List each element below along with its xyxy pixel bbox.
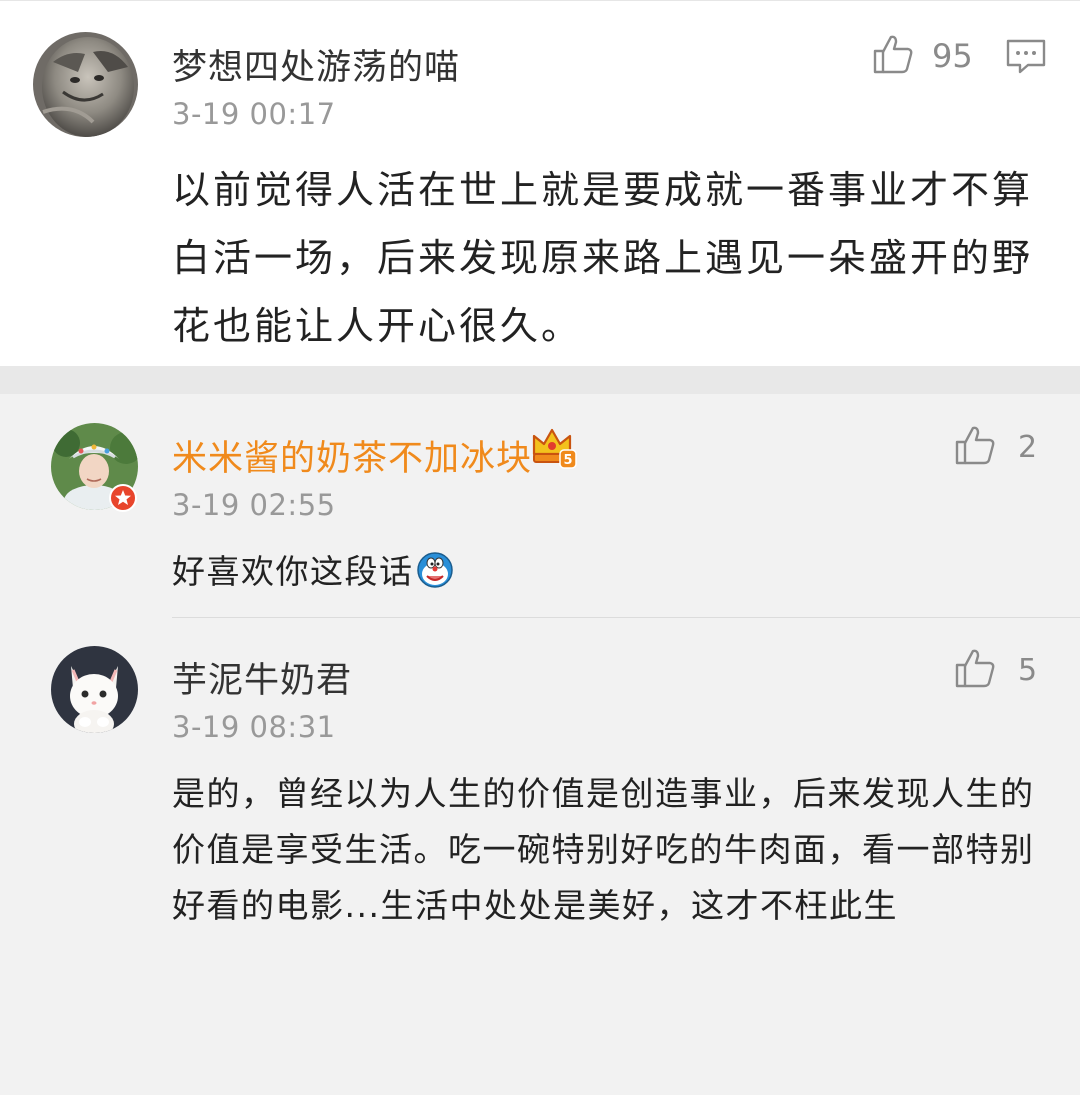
timestamp: 3-19 02:55 bbox=[172, 488, 336, 522]
thumbs-up-icon bbox=[954, 424, 996, 470]
timestamp: 3-19 08:31 bbox=[172, 710, 336, 744]
like-count: 95 bbox=[932, 37, 973, 75]
like-button[interactable]: 2 bbox=[954, 424, 1037, 470]
crown-vip-badge-icon: 5 bbox=[530, 424, 578, 474]
section-divider bbox=[0, 366, 1080, 394]
doraemon-emoji-icon bbox=[416, 550, 454, 606]
main-comment: 梦想四处游荡的喵 3-19 00:17 以前觉得人活在世上就是要成就一番事业才不… bbox=[0, 0, 1080, 367]
thumbs-up-icon bbox=[954, 647, 996, 693]
verified-badge-icon bbox=[109, 484, 137, 516]
timestamp: 3-19 00:17 bbox=[172, 97, 336, 131]
username[interactable]: 米米酱的奶茶不加冰块 bbox=[172, 430, 532, 481]
like-count: 2 bbox=[1018, 429, 1038, 465]
svg-text:5: 5 bbox=[563, 453, 572, 468]
username[interactable]: 梦想四处游荡的喵 bbox=[172, 39, 460, 90]
username[interactable]: 芋泥牛奶君 bbox=[172, 652, 352, 703]
comment-text: 好喜欢你这段话 bbox=[172, 544, 1042, 606]
comment-bubble-icon[interactable] bbox=[1006, 39, 1046, 79]
avatar[interactable] bbox=[33, 32, 138, 137]
like-count: 5 bbox=[1018, 652, 1038, 688]
comment-text: 是的，曾经以为人生的价值是创造事业，后来发现人生的价值是享受生活。吃一碗特别好吃… bbox=[172, 774, 1035, 925]
reply-divider bbox=[172, 617, 1080, 618]
reply-list bbox=[0, 394, 1080, 1095]
comment-text: 以前觉得人活在世上就是要成就一番事业才不算白活一场，后来发现原来路上遇见一朵盛开… bbox=[172, 168, 1034, 348]
comment-text-body: 好喜欢你这段话 bbox=[172, 552, 414, 591]
like-button[interactable]: 95 bbox=[872, 33, 973, 79]
thumbs-up-icon bbox=[872, 33, 914, 79]
avatar[interactable] bbox=[51, 646, 138, 733]
like-button[interactable]: 5 bbox=[954, 647, 1037, 693]
